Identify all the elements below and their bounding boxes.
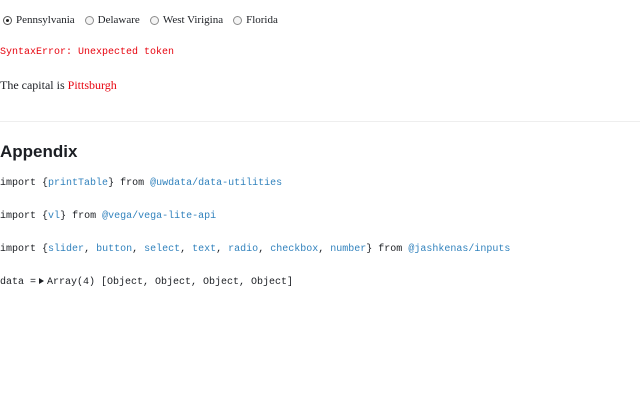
radio-label-delaware: Delaware [97, 14, 140, 26]
import-source-link[interactable]: @jashkenas/inputs [408, 244, 510, 255]
state-radio-group: Pennsylvania Delaware West Virigina Flor… [3, 14, 288, 26]
close-brace: } [108, 178, 115, 189]
section-divider [0, 121, 640, 122]
radio-label-west-virginia: West Virigina [162, 14, 224, 26]
radio-option-pennsylvania[interactable]: Pennsylvania [3, 14, 75, 26]
radio-option-florida[interactable]: Florida [233, 14, 278, 26]
import-name-print-table: printTable [48, 178, 109, 189]
radio-label-florida: Florida [246, 14, 278, 26]
import-name-vl: vl [48, 211, 61, 222]
import-keyword: import [0, 211, 37, 222]
import-vl-cell: import {vl} from @vega/vega-lite-api [0, 211, 216, 222]
from-keyword: from [120, 178, 145, 189]
radio-button-florida[interactable] [233, 15, 243, 25]
radio-button-west-virginia[interactable] [149, 15, 159, 25]
import-print-table-cell: import {printTable} from @uwdata/data-ut… [0, 178, 282, 189]
import-keyword: import [0, 178, 37, 189]
import-name-radio: radio [228, 244, 259, 255]
import-keyword: import [0, 244, 37, 255]
data-array-value[interactable]: Array(4) [Object, Object, Object, Object… [47, 277, 293, 288]
import-name-text: text [192, 244, 217, 255]
import-inputs-cell: import {slider, button, select, text, ra… [0, 244, 511, 255]
import-name-checkbox: checkbox [270, 244, 319, 255]
import-name-number: number [330, 244, 367, 255]
import-name-slider: slider [48, 244, 85, 255]
radio-button-pennsylvania[interactable] [3, 15, 12, 25]
import-name-button: button [96, 244, 133, 255]
import-name-select: select [144, 244, 181, 255]
radio-button-delaware[interactable] [84, 15, 94, 25]
from-keyword: from [378, 244, 403, 255]
appendix-heading: Appendix [0, 142, 78, 161]
import-source-link[interactable]: @uwdata/data-utilities [150, 178, 282, 189]
capital-city: Pittsburgh [67, 78, 117, 92]
radio-option-delaware[interactable]: Delaware [84, 14, 140, 26]
capital-sentence: The capital is Pittsburgh [0, 78, 117, 93]
radio-label-pennsylvania: Pennsylvania [16, 14, 75, 26]
data-assignment: data = [0, 277, 37, 288]
data-array-cell: data = Array(4) [Object, Object, Object, … [0, 277, 293, 288]
import-source-link[interactable]: @vega/vega-lite-api [102, 211, 216, 222]
expand-triangle-icon[interactable] [39, 277, 45, 284]
close-brace: } [60, 211, 67, 222]
close-brace: } [366, 244, 373, 255]
syntax-error-message: SyntaxError: Unexpected token [0, 47, 175, 58]
capital-prefix: The capital is [0, 78, 65, 92]
from-keyword: from [72, 211, 97, 222]
radio-option-west-virginia[interactable]: West Virigina [149, 14, 224, 26]
